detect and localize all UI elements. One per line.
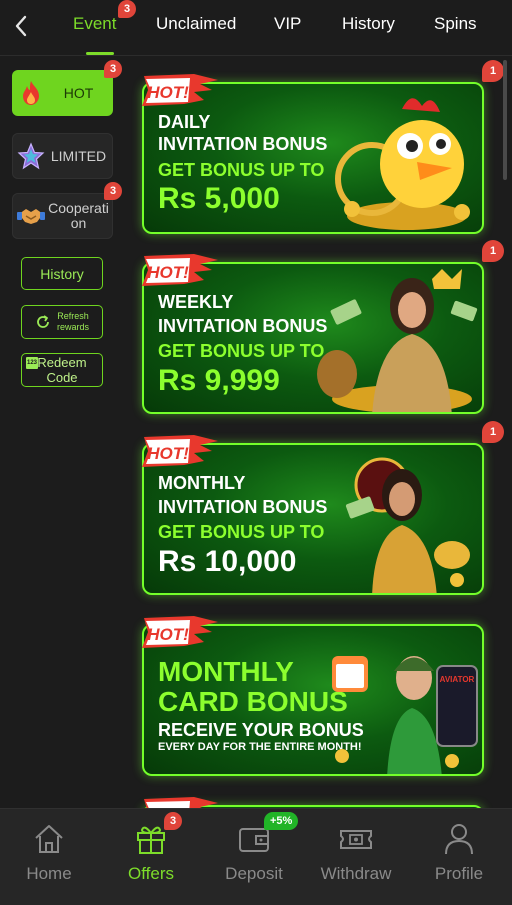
cooperation-badge: 3 <box>104 182 122 200</box>
nav-offers-label: Offers <box>128 864 174 883</box>
banner-subtitle: GET BONUS UP TO <box>158 522 325 542</box>
sidebar-item-label: Cooperati on <box>48 200 109 231</box>
sidebar-item-limited[interactable]: LIMITED <box>12 133 113 179</box>
chevron-left-icon <box>15 15 27 37</box>
banner-title-1: MONTHLY <box>158 473 246 493</box>
nav-home[interactable]: Home <box>0 809 99 905</box>
handshake-icon <box>14 199 48 233</box>
nav-profile[interactable]: Profile <box>409 809 509 905</box>
banner-title-1: DAILY <box>158 112 211 132</box>
svg-text:HOT!: HOT! <box>147 444 189 463</box>
hot-tag-icon: HOT! <box>142 254 218 286</box>
svg-text:HOT!: HOT! <box>147 83 189 102</box>
svg-text:AVIATOR: AVIATOR <box>440 675 475 684</box>
tab-unclaimed-label: Unclaimed <box>156 14 237 33</box>
rooster-mascot-illustration <box>335 98 470 230</box>
banner-title-1: MONTHLY <box>158 656 294 687</box>
fire-icon <box>14 76 48 110</box>
banner-badge: 1 <box>482 421 504 443</box>
redeem-code-icon: 123 <box>26 357 38 369</box>
banner-title-1: WEEKLY <box>158 292 234 312</box>
nav-offers[interactable]: Offers <box>101 809 201 905</box>
tab-history-label: History <box>342 14 395 33</box>
history-button-label: History <box>40 265 84 282</box>
hot-tag-icon: HOT! <box>142 74 218 106</box>
offers-badge: 3 <box>164 812 182 830</box>
tab-event[interactable]: Event <box>73 14 116 34</box>
tab-vip-label: VIP <box>274 14 302 33</box>
star-icon <box>14 139 48 173</box>
tab-vip[interactable]: VIP <box>274 14 301 34</box>
history-button[interactable]: History <box>21 257 103 290</box>
tab-spins[interactable]: Spins <box>434 14 477 34</box>
sidebar-item-hot[interactable]: HOT <box>12 70 113 116</box>
ticket-icon <box>340 830 372 849</box>
app-root: Event 3 Unclaimed VIP History Spins HOT … <box>0 0 512 905</box>
home-icon <box>35 825 63 853</box>
refresh-rewards-label: Refresh rewards <box>56 311 89 332</box>
nav-profile-label: Profile <box>434 864 484 883</box>
hot-badge: 3 <box>104 60 122 78</box>
aviator-pilot-illustration: AVIATOR <box>332 656 478 774</box>
woman-with-roulette-illustration <box>345 457 470 593</box>
banner-subtitle: GET BONUS UP TO <box>158 341 325 361</box>
redeem-code-button[interactable]: 123 Redeem Code <box>21 353 103 387</box>
redeem-code-label: Redeem Code <box>37 355 87 385</box>
tab-history[interactable]: History <box>342 14 395 34</box>
deposit-bonus-badge: +5% <box>264 812 299 830</box>
tab-unclaimed[interactable]: Unclaimed <box>156 14 236 34</box>
tab-event-badge: 3 <box>118 0 136 18</box>
banner-badge: 1 <box>482 60 504 82</box>
tab-spins-label: Spins <box>434 14 477 33</box>
nav-home-label: Home <box>26 864 72 883</box>
woman-with-cash-illustration <box>317 269 478 412</box>
user-icon <box>445 824 473 855</box>
sidebar-item-label: HOT <box>63 84 94 101</box>
nav-deposit-label: Deposit <box>225 864 283 883</box>
banner-amount: Rs 5,000 <box>158 182 280 215</box>
banner-amount: Rs 10,000 <box>158 545 297 578</box>
refresh-rewards-button[interactable]: Refresh rewards <box>21 305 103 339</box>
back-button[interactable] <box>8 12 34 40</box>
tab-event-label: Event <box>73 14 117 33</box>
nav-withdraw-label: Withdraw <box>320 864 392 883</box>
top-bar: Event 3 Unclaimed VIP History Spins <box>0 0 512 56</box>
sidebar-item-label: LIMITED <box>50 147 107 164</box>
bottom-nav: Home Offers 3 Deposit +5% Withdraw Profi… <box>0 808 512 905</box>
hot-tag-icon: HOT! <box>142 616 218 648</box>
svg-text:HOT!: HOT! <box>147 625 189 644</box>
nav-withdraw[interactable]: Withdraw <box>306 809 406 905</box>
refresh-icon <box>37 315 49 328</box>
hot-tag-icon: HOT! <box>142 435 218 467</box>
active-tab-indicator <box>86 52 114 55</box>
content-scrollbar[interactable] <box>503 60 507 180</box>
banner-amount: Rs 9,999 <box>158 364 280 397</box>
banner-badge: 1 <box>482 240 504 262</box>
banner-subtitle: GET BONUS UP TO <box>158 160 325 180</box>
svg-text:HOT!: HOT! <box>147 263 189 282</box>
sidebar-item-cooperation[interactable]: Cooperati on <box>12 193 113 239</box>
